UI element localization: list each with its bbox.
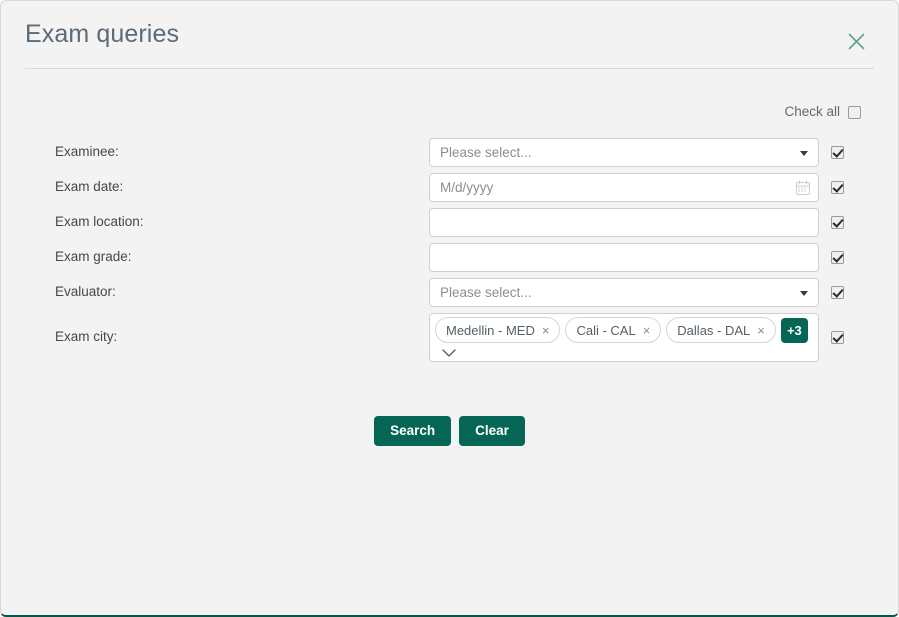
evaluator-select[interactable]	[429, 278, 819, 307]
check-cell-evaluator	[831, 286, 844, 299]
control-exam-city: Medellin - MED × Cali - CAL × Dallas - D…	[429, 313, 819, 362]
close-icon	[847, 32, 866, 51]
chip-label: Medellin - MED	[446, 322, 535, 338]
examinee-select[interactable]	[429, 138, 819, 167]
label-exam-city: Exam city:	[55, 329, 118, 345]
check-cell-exam-date	[831, 181, 844, 194]
label-examinee: Examinee:	[55, 144, 119, 160]
close-button[interactable]	[842, 27, 870, 55]
control-examinee	[429, 138, 819, 167]
label-exam-location: Exam location:	[55, 214, 144, 230]
check-all-label: Check all	[784, 104, 840, 120]
chip-label: Dallas - DAL	[677, 322, 751, 338]
check-cell-examinee	[831, 146, 844, 159]
form-row-evaluator: Evaluator:	[25, 278, 874, 307]
check-all-row: Check all	[25, 94, 874, 130]
control-exam-date	[429, 173, 819, 202]
chip-item[interactable]: Dallas - DAL ×	[666, 317, 776, 343]
evaluator-checkbox[interactable]	[831, 286, 844, 299]
action-buttons: Search Clear	[25, 416, 874, 446]
chevron-down-icon[interactable]	[441, 348, 457, 358]
form-row-exam-city: Exam city: Medellin - MED × Cali - CAL ×…	[25, 313, 874, 362]
exam-queries-modal: Exam queries Check all Examinee: Please …	[0, 0, 899, 617]
page-title: Exam queries	[25, 20, 180, 48]
form-row-exam-grade: Exam grade:	[25, 243, 874, 272]
exam-location-checkbox[interactable]	[831, 216, 844, 229]
exam-city-checkbox[interactable]	[831, 331, 844, 344]
header-divider	[25, 68, 874, 69]
chip-remove-icon[interactable]: ×	[757, 324, 765, 337]
clear-button[interactable]: Clear	[459, 416, 525, 446]
form-row-examinee: Examinee:	[25, 138, 874, 167]
exam-date-input[interactable]	[429, 173, 819, 202]
exam-grade-checkbox[interactable]	[831, 251, 844, 264]
exam-date-checkbox[interactable]	[831, 181, 844, 194]
chip-item[interactable]: Cali - CAL ×	[565, 317, 662, 343]
exam-location-input[interactable]	[429, 208, 819, 237]
more-items-badge[interactable]: +3	[780, 317, 808, 343]
search-button[interactable]: Search	[374, 416, 452, 446]
control-evaluator	[429, 278, 819, 307]
label-exam-grade: Exam grade:	[55, 249, 132, 265]
modal-body: Check all Examinee: Exam date:	[1, 94, 898, 446]
label-exam-date: Exam date:	[55, 179, 124, 195]
check-cell-exam-city	[831, 331, 844, 344]
form-row-exam-location: Exam location:	[25, 208, 874, 237]
chip-remove-icon[interactable]: ×	[542, 324, 550, 337]
check-cell-exam-location	[831, 216, 844, 229]
check-cell-exam-grade	[831, 251, 844, 264]
control-exam-location	[429, 208, 819, 237]
examinee-checkbox[interactable]	[831, 146, 844, 159]
form-row-exam-date: Exam date:	[25, 173, 874, 202]
check-all-checkbox[interactable]	[848, 105, 861, 119]
modal-header: Exam queries	[1, 1, 898, 68]
query-form: Examinee: Exam date:	[25, 138, 874, 362]
control-exam-grade	[429, 243, 819, 272]
chip-remove-icon[interactable]: ×	[643, 324, 651, 337]
chip-label: Cali - CAL	[576, 322, 636, 338]
chip-item[interactable]: Medellin - MED ×	[435, 317, 561, 343]
exam-grade-input[interactable]	[429, 243, 819, 272]
exam-city-multiselect[interactable]: Medellin - MED × Cali - CAL × Dallas - D…	[429, 313, 819, 362]
label-evaluator: Evaluator:	[55, 284, 116, 300]
